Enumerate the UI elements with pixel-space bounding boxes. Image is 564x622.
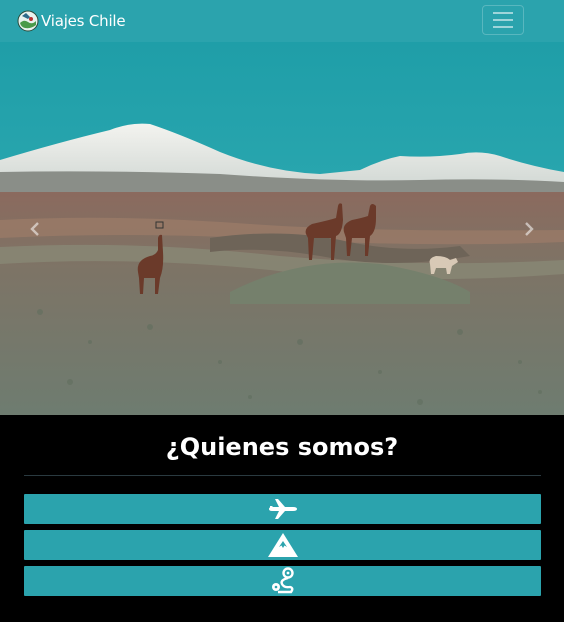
divider	[24, 475, 541, 476]
about-title: ¿Quienes somos?	[165, 433, 399, 461]
chevron-right-icon	[525, 221, 534, 236]
mountains-button[interactable]	[24, 530, 541, 560]
route-icon	[271, 567, 294, 594]
navbar-toggle-button[interactable]	[482, 5, 524, 35]
about-section: ¿Quienes somos?	[0, 415, 564, 622]
brand-link[interactable]: Viajes Chile	[17, 10, 126, 32]
hero-carousel	[0, 42, 564, 415]
flights-button[interactable]	[24, 494, 541, 524]
chile-map-logo-icon	[17, 10, 39, 32]
airplane-icon	[268, 499, 297, 519]
mountain-icon	[267, 533, 298, 557]
routes-button[interactable]	[24, 566, 541, 596]
brand-title: Viajes Chile	[41, 12, 126, 30]
carousel-next-button[interactable]	[494, 42, 564, 415]
hamburger-menu-icon	[493, 12, 513, 14]
altiplano-llamas-photo	[0, 42, 564, 415]
chevron-left-icon	[30, 221, 39, 236]
navbar: Viajes Chile	[0, 0, 564, 42]
carousel-prev-button[interactable]	[0, 42, 70, 415]
